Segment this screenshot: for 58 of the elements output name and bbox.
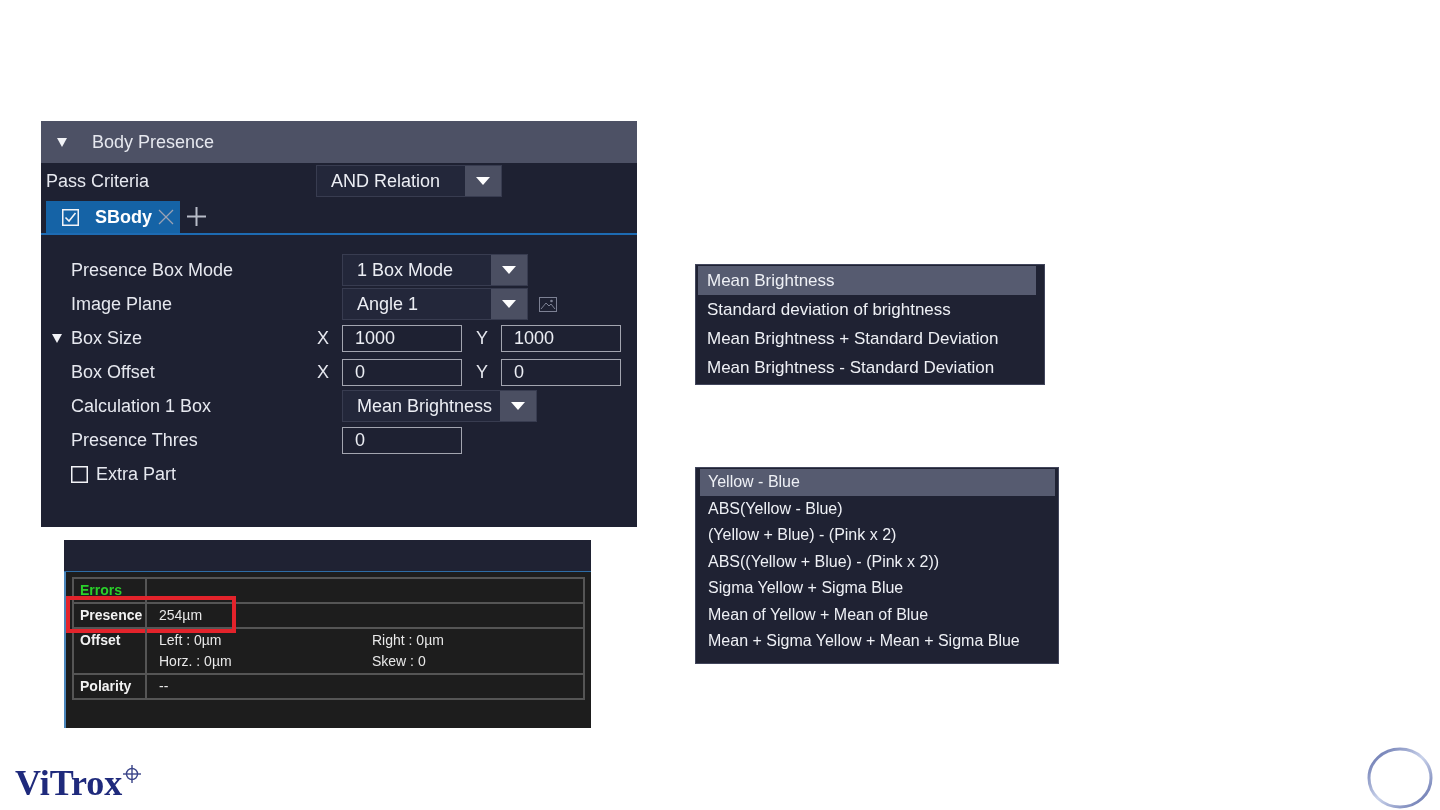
- axis-label: Y: [476, 360, 489, 384]
- caret-icon[interactable]: [491, 289, 527, 319]
- field-label: Extra Part: [96, 462, 177, 486]
- field-label: Calculation 1 Box: [71, 395, 212, 416]
- field-label: Presence Thres: [71, 429, 198, 450]
- plus-icon[interactable]: [187, 207, 206, 226]
- dropdown[interactable]: 1 Box Mode: [342, 254, 528, 286]
- result-label: Polarity: [80, 678, 132, 694]
- menu-item[interactable]: Sigma Yellow + Sigma Blue: [700, 575, 1055, 602]
- result-value: Horz. : 0µm: [159, 652, 233, 671]
- menu-item[interactable]: Standard deviation of brightness: [698, 295, 1036, 324]
- menu-item[interactable]: ABS((Yellow + Blue) - (Pink x 2)): [700, 548, 1055, 575]
- tab[interactable]: SBody: [46, 201, 180, 233]
- checked-checkbox-icon[interactable]: [62, 208, 79, 226]
- caret-icon[interactable]: [491, 255, 527, 285]
- image-icon[interactable]: [539, 296, 557, 312]
- menu-item[interactable]: Mean Brightness + Standard Deviation: [698, 324, 1036, 353]
- result-label: Errors: [80, 582, 123, 598]
- input-field[interactable]: 1000: [342, 324, 462, 352]
- collapse-triangle-icon[interactable]: [52, 333, 62, 343]
- caret-icon[interactable]: [500, 391, 537, 421]
- menu-item[interactable]: ABS(Yellow - Blue): [700, 495, 1055, 522]
- checkbox-icon[interactable]: [71, 465, 88, 483]
- menu-item[interactable]: Yellow - Blue: [700, 469, 1055, 496]
- field-label: Presence Box Mode: [71, 259, 234, 280]
- axis-label: X: [317, 327, 329, 348]
- result-label: Offset: [80, 632, 121, 648]
- collapse-triangle-icon[interactable]: [57, 137, 67, 147]
- caret-icon[interactable]: [465, 166, 501, 196]
- input-field[interactable]: 0: [501, 358, 621, 386]
- dropdown[interactable]: Mean Brightness: [342, 390, 538, 422]
- circle-icon: [1367, 747, 1433, 809]
- axis-label: Y: [476, 326, 489, 350]
- menu-item[interactable]: Mean + Sigma Yellow + Mean + Sigma Blue: [700, 628, 1055, 655]
- result-value: Skew : 0: [372, 652, 427, 671]
- result-value: 254µm: [159, 606, 204, 625]
- field-label: Box Offset: [71, 361, 155, 382]
- crosshair-icon: [123, 765, 142, 783]
- logo-wordmark: ViTrox: [15, 762, 123, 804]
- input-field[interactable]: 0: [342, 426, 462, 454]
- menu-item[interactable]: Mean of Yellow + Mean of Blue: [700, 601, 1055, 628]
- input-field[interactable]: 0: [342, 358, 462, 386]
- input-field[interactable]: 1000: [501, 324, 621, 352]
- result-value: Right : 0µm: [372, 631, 445, 650]
- result-value: --: [159, 677, 170, 696]
- field-label: Box Size: [71, 327, 143, 348]
- section-title: Body Presence: [92, 130, 215, 154]
- field-label: Pass Criteria: [45, 169, 151, 193]
- menu-item[interactable]: Mean Brightness: [698, 266, 1036, 295]
- menu-item[interactable]: Mean Brightness - Standard Deviation: [698, 353, 1036, 382]
- dropdown[interactable]: AND Relation: [316, 165, 502, 197]
- result-value: Left : 0µm: [159, 631, 223, 650]
- axis-label: X: [317, 361, 329, 382]
- result-label: Presence: [80, 607, 143, 623]
- dropdown[interactable]: Angle 1: [342, 288, 528, 320]
- field-label: Image Plane: [71, 293, 173, 314]
- menu-item[interactable]: (Yellow + Blue) - (Pink x 2): [700, 522, 1055, 549]
- section-header[interactable]: Body Presence: [41, 121, 637, 163]
